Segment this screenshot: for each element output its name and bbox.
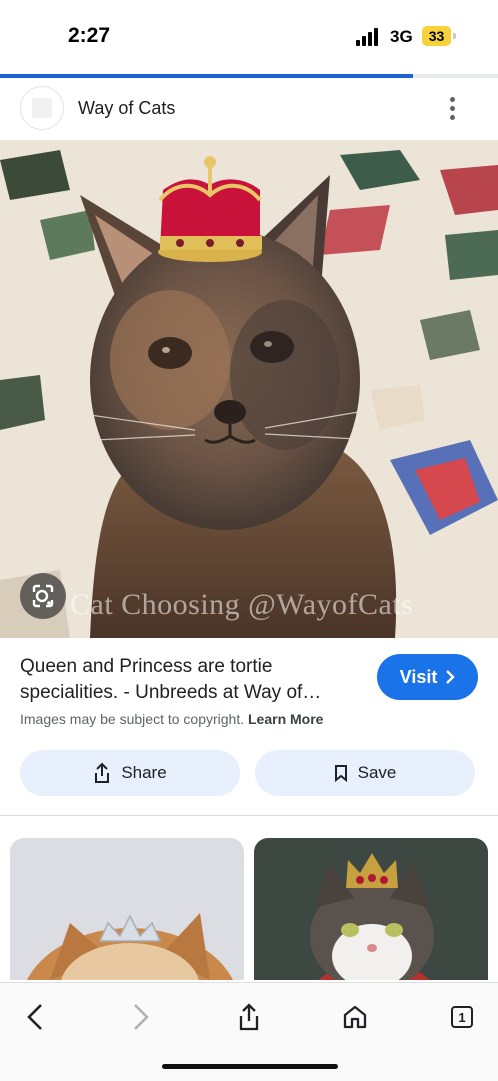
result-image[interactable] xyxy=(0,140,498,638)
copyright-text: Images may be subject to copyright. xyxy=(20,711,245,727)
bookmark-icon xyxy=(334,765,347,782)
progress-fill xyxy=(0,74,414,78)
image-watermark: Cat Choosing @WayofCats xyxy=(70,588,414,621)
site-name[interactable]: Way of Cats xyxy=(78,98,175,119)
share-label: Share xyxy=(121,763,167,782)
tab-count: 1 xyxy=(451,1006,473,1028)
visit-button[interactable]: Visit xyxy=(377,654,478,700)
tabs-icon[interactable]: 1 xyxy=(442,997,482,1037)
battery-icon: 33 xyxy=(422,26,456,46)
signal-icon xyxy=(356,28,382,46)
related-image-2[interactable] xyxy=(254,838,488,980)
network-type: 3G xyxy=(390,27,413,46)
result-title-line1: Queen and Princess are tortie xyxy=(20,656,273,677)
save-label: Save xyxy=(357,763,397,782)
status-time: 2:27 xyxy=(68,24,111,47)
site-header[interactable]: Way of Cats xyxy=(0,80,498,138)
learn-more-link[interactable]: Learn More xyxy=(248,711,323,727)
back-icon[interactable] xyxy=(15,997,55,1037)
battery-level: 33 xyxy=(428,28,445,44)
save-button[interactable]: Save xyxy=(255,750,475,796)
share-icon xyxy=(95,762,110,783)
home-icon[interactable] xyxy=(335,997,375,1037)
google-lens-icon[interactable] xyxy=(20,573,66,619)
result-title[interactable]: Queen and Princess are tortie specialiti… xyxy=(20,654,360,706)
more-vert-icon[interactable] xyxy=(444,96,460,122)
cat-with-tiara-thumbnail xyxy=(10,838,244,980)
home-indicator xyxy=(162,1064,338,1069)
related-image-1[interactable] xyxy=(10,838,244,980)
divider xyxy=(0,815,498,816)
cat-with-crown-thumbnail xyxy=(254,838,488,980)
status-bar: 2:27 3G 33 xyxy=(0,0,498,72)
share-button[interactable]: Share xyxy=(20,750,240,796)
visit-label: Visit xyxy=(399,666,438,687)
copyright-notice: Images may be subject to copyright. Lear… xyxy=(20,711,323,727)
result-title-line2: specialities. - Unbreeds at Way of… xyxy=(20,682,322,703)
share-icon[interactable] xyxy=(229,997,269,1037)
cat-with-crown-image xyxy=(0,140,498,638)
forward-icon[interactable] xyxy=(121,997,161,1037)
page-load-progress xyxy=(0,74,498,78)
site-favicon xyxy=(20,86,64,130)
chevron-right-icon xyxy=(446,670,456,684)
